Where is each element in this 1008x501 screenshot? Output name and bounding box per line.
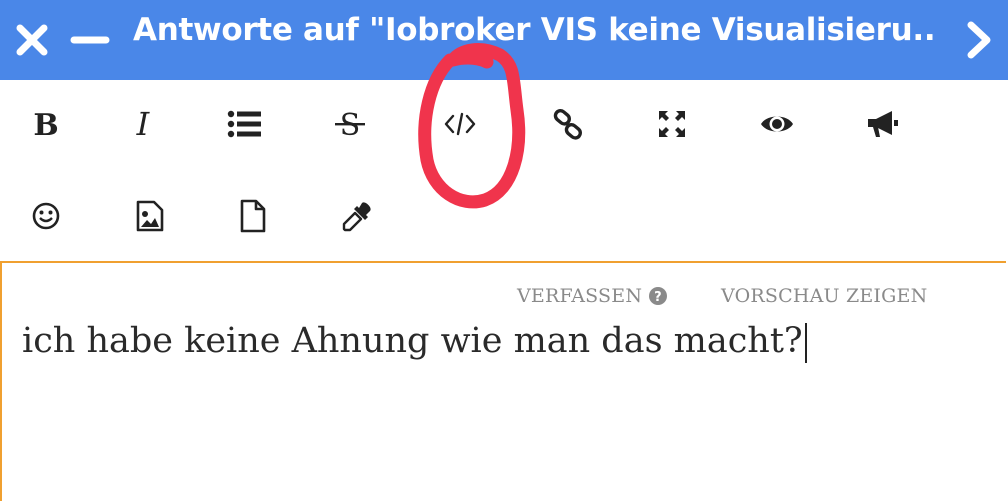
bold-button[interactable]: B: [16, 94, 76, 154]
strikethrough-icon: S: [335, 108, 365, 140]
code-button[interactable]: [430, 94, 490, 154]
svg-text:B: B: [33, 109, 58, 139]
help-icon[interactable]: ?: [648, 286, 668, 306]
composer-title: Antworte auf "Iobroker VIS keine Visuali…: [133, 12, 933, 48]
close-button[interactable]: [8, 0, 56, 80]
eye-icon: [761, 116, 793, 132]
spoiler-button[interactable]: [747, 94, 807, 154]
file-icon: [240, 199, 266, 233]
compose-editor[interactable]: VERFASSEN ? VORSCHAU ZEIGEN ich habe kei…: [0, 261, 1006, 501]
link-button[interactable]: [538, 94, 598, 154]
file-button[interactable]: [223, 186, 283, 246]
smile-icon: [32, 202, 60, 230]
list-button[interactable]: [215, 94, 275, 154]
tab-compose[interactable]: VERFASSEN ?: [517, 285, 668, 307]
code-icon: [444, 112, 476, 136]
strikethrough-button[interactable]: S: [320, 94, 380, 154]
close-icon: [16, 24, 48, 56]
color-picker-button[interactable]: [328, 186, 388, 246]
bold-icon: B: [33, 109, 58, 139]
editor-content: ich habe keine Ahnung wie man das macht?: [22, 321, 803, 361]
next-button[interactable]: [960, 0, 1000, 80]
announcement-button[interactable]: [853, 94, 913, 154]
text-caret: [804, 322, 807, 363]
tab-compose-label: VERFASSEN: [517, 285, 643, 307]
tab-preview[interactable]: VORSCHAU ZEIGEN: [721, 285, 927, 307]
list-icon: [227, 110, 261, 138]
editor-text[interactable]: ich habe keine Ahnung wie man das macht?: [22, 321, 807, 363]
fullscreen-button[interactable]: [642, 94, 702, 154]
image-button[interactable]: [120, 186, 180, 246]
svg-text:?: ?: [654, 290, 662, 305]
emoji-button[interactable]: [16, 186, 76, 246]
image-icon: [136, 200, 164, 232]
minimize-button[interactable]: [66, 0, 114, 80]
italic-icon: I: [136, 109, 151, 139]
italic-button[interactable]: I: [113, 94, 173, 154]
eyedropper-icon: [342, 202, 371, 232]
composer-header: Antworte auf "Iobroker VIS keine Visuali…: [0, 0, 1008, 80]
link-icon: [553, 109, 582, 140]
minimize-icon: [70, 36, 110, 44]
svg-text:I: I: [136, 109, 151, 139]
chevron-right-icon: [967, 21, 991, 59]
expand-icon: [659, 111, 685, 137]
formatting-toolbar: B I S: [0, 80, 1008, 260]
bullhorn-icon: [868, 111, 898, 137]
